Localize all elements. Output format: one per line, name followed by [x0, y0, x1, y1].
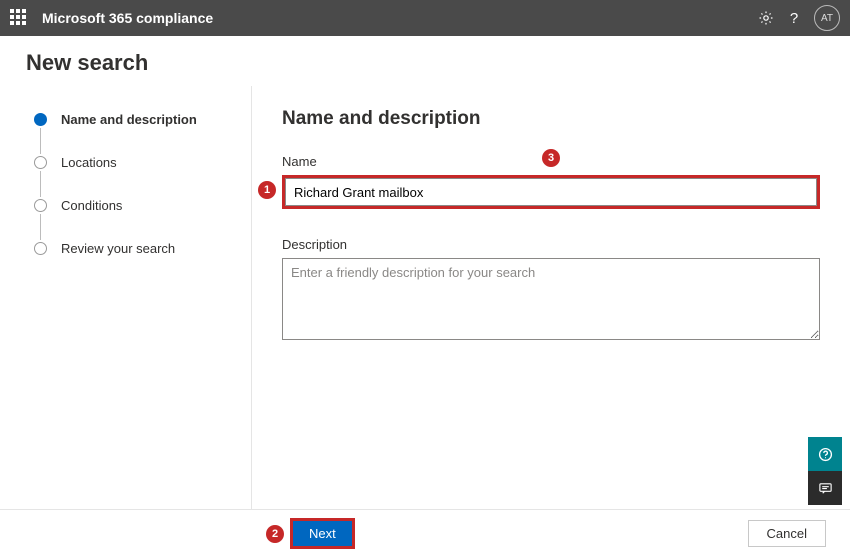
next-button-highlight: Next	[290, 518, 355, 549]
description-textarea[interactable]	[282, 258, 820, 340]
help-float-icon[interactable]	[808, 437, 842, 471]
step-label: Name and description	[61, 112, 197, 127]
name-input-highlight	[282, 175, 820, 209]
section-title: Name and description	[282, 108, 820, 130]
step-dot-icon	[34, 113, 47, 126]
step-dot-icon	[34, 156, 47, 169]
next-button[interactable]: Next	[293, 521, 352, 546]
callout-badge-3: 3	[542, 149, 560, 167]
description-label: Description	[282, 237, 820, 252]
content-area: Name and description Locations Condition…	[0, 86, 850, 509]
wizard-step-review[interactable]: Review your search	[34, 241, 251, 256]
cancel-button[interactable]: Cancel	[748, 520, 826, 547]
footer-bar: 2 Next Cancel	[0, 509, 850, 557]
name-input[interactable]	[285, 178, 817, 206]
callout-badge-1: 1	[258, 181, 276, 199]
step-label: Review your search	[61, 241, 175, 256]
wizard-step-name-description[interactable]: Name and description	[34, 112, 251, 155]
wizard-step-locations[interactable]: Locations	[34, 155, 251, 198]
brand-title: Microsoft 365 compliance	[42, 10, 213, 26]
floating-actions	[808, 437, 842, 505]
page-title: New search	[0, 36, 850, 86]
form-panel: Name and description Name 1 3 Descriptio…	[252, 86, 850, 509]
help-icon[interactable]: ?	[780, 4, 808, 32]
step-dot-icon	[34, 242, 47, 255]
gear-icon[interactable]	[752, 4, 780, 32]
step-label: Locations	[61, 155, 117, 170]
wizard-steps: Name and description Locations Condition…	[0, 86, 252, 509]
step-dot-icon	[34, 199, 47, 212]
step-label: Conditions	[61, 198, 122, 213]
app-launcher-icon[interactable]	[10, 9, 28, 27]
avatar[interactable]: AT	[814, 5, 840, 31]
wizard-step-conditions[interactable]: Conditions	[34, 198, 251, 241]
feedback-float-icon[interactable]	[808, 471, 842, 505]
callout-badge-2: 2	[266, 525, 284, 543]
app-header: Microsoft 365 compliance ? AT	[0, 0, 850, 36]
